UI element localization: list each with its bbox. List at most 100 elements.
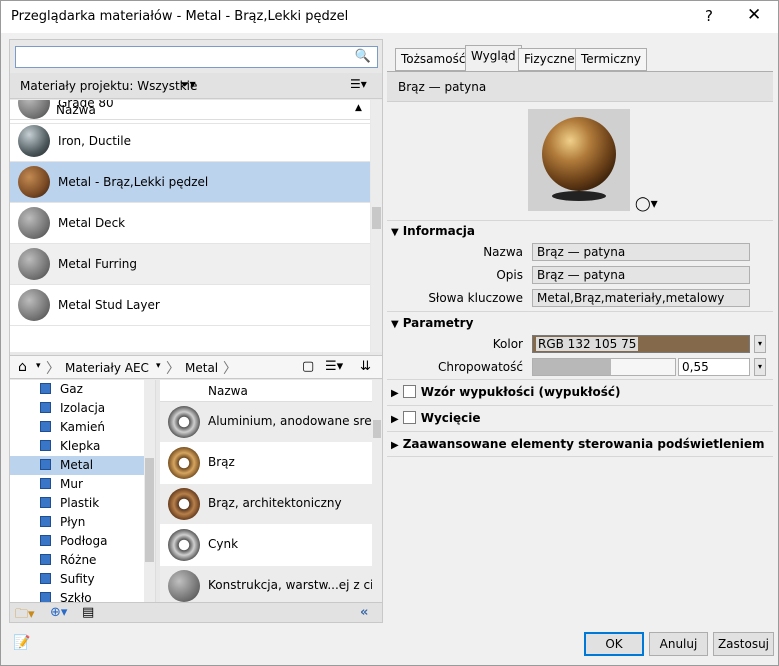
scroll-thumb[interactable]	[145, 458, 154, 562]
list-item[interactable]: Cynk	[160, 525, 372, 565]
list-item[interactable]: Metal Deck	[10, 203, 370, 244]
folder-icon[interactable]: 🗀▾	[15, 605, 35, 627]
section-advanced-highlight[interactable]: ▶ Zaawansowane elementy sterowania podświ…	[391, 437, 765, 451]
tree-item[interactable]: Szkło	[10, 589, 144, 602]
cancel-button[interactable]: Anuluj	[649, 632, 708, 656]
glossiness-slider[interactable]	[532, 358, 676, 376]
description-field[interactable]: Brąz — patyna	[532, 266, 750, 284]
divider	[387, 405, 773, 406]
category-icon	[40, 440, 51, 451]
tab-thermal[interactable]: Termiczny	[575, 48, 648, 71]
list-item[interactable]: Brąz, architektoniczny	[160, 484, 372, 524]
color-value: RGB 132 105 75	[536, 337, 639, 351]
section-title: Wycięcie	[420, 411, 481, 425]
name-label: Nazwa	[483, 245, 523, 259]
description-label: Opis	[496, 268, 523, 282]
list-item[interactable]: Aluminium, anodowane srebrne	[160, 402, 382, 442]
material-name: Brąz	[208, 455, 235, 469]
right-panel: Tożsamość Wygląd Fizyczne Termiczny Brąz…	[387, 39, 773, 623]
cutout-checkbox[interactable]	[402, 411, 416, 424]
tree-item-label: Metal	[60, 458, 94, 472]
tree-item[interactable]: Różne	[10, 551, 144, 570]
close-button[interactable]: ✕	[747, 5, 761, 25]
keywords-field[interactable]: Metal,Brąz,materiały,metalowy	[532, 289, 750, 307]
material-name: Metal Deck	[58, 216, 126, 230]
asset-browser-icon[interactable]: ▤	[82, 605, 94, 620]
library-materials-list: Nazwa Aluminium, anodowane srebrne Brąz …	[160, 380, 382, 602]
material-name: Metal Stud Layer	[58, 298, 160, 312]
list-item[interactable]: Iron, Ductile	[10, 121, 370, 162]
color-options-button[interactable]: ▾	[754, 335, 766, 353]
panel-toggle-icon[interactable]: ▢	[302, 359, 314, 374]
glossiness-options-button[interactable]: ▾	[754, 358, 766, 376]
tree-item[interactable]: Plastik	[10, 494, 144, 513]
tab-identity[interactable]: Tożsamość	[395, 48, 472, 71]
tree-item-label: Izolacja	[60, 401, 106, 415]
library-dropdown-icon[interactable]: ▾	[156, 361, 161, 371]
color-swatch[interactable]: RGB 132 105 75	[532, 335, 750, 353]
section-cutout[interactable]: ▶ Wycięcie	[391, 411, 481, 425]
left-panel: 🔍 Materiały projektu: Wszystkie ⏷▾ ☰▾ Na…	[9, 39, 383, 623]
view-options-icon[interactable]: ☰▾	[350, 77, 367, 91]
bump-checkbox[interactable]	[402, 385, 416, 398]
tree-item[interactable]: Sufity	[10, 570, 144, 589]
home-dropdown-icon[interactable]: ▾	[36, 361, 41, 371]
section-bump[interactable]: ▶ Wzór wypukłości (wypukłość)	[391, 385, 620, 399]
section-parameters[interactable]: ▼ Parametry	[391, 316, 473, 330]
preview-options-icon[interactable]: ◯▾	[635, 196, 658, 212]
filter-icon[interactable]: ⏷▾	[180, 77, 196, 92]
list-header[interactable]: Nazwa	[160, 380, 372, 402]
list-item[interactable]: Metal Furring	[10, 244, 370, 285]
glossiness-value[interactable]: 0,55	[678, 358, 750, 376]
category-icon	[40, 421, 51, 432]
search-icon[interactable]: 🔍	[355, 49, 371, 64]
list-item[interactable]: Konstrukcja, warstw...ej z cienk	[160, 566, 382, 602]
tree-item[interactable]: Izolacja	[10, 399, 144, 418]
tree-item[interactable]: Podłoga	[10, 532, 144, 551]
list-item-selected[interactable]: Metal - Brąz,Lekki pędzel	[10, 162, 370, 203]
slider-fill	[533, 359, 611, 375]
column-name-header[interactable]: Nazwa	[208, 384, 248, 398]
tree-item[interactable]: Płyn	[10, 513, 144, 532]
category-tree: Gaz Izolacja Kamień Klepka Metal Mur Plastik Pł…	[10, 380, 156, 602]
tree-scrollbar[interactable]	[144, 380, 155, 602]
material-thumbnail	[18, 166, 50, 198]
material-thumbnail	[168, 406, 200, 438]
project-list-scrollbar[interactable]	[371, 100, 382, 352]
tree-item[interactable]: Metal	[10, 456, 144, 475]
material-preview[interactable]	[528, 109, 630, 211]
tree-item[interactable]: Kamień	[10, 418, 144, 437]
scroll-thumb[interactable]	[373, 420, 381, 438]
tree-item[interactable]: Mur	[10, 475, 144, 494]
breadcrumb-library[interactable]: Materiały AEC	[65, 361, 149, 375]
collapse-down-icon[interactable]: ⇊	[360, 359, 371, 374]
create-material-icon[interactable]: ⊕▾	[50, 605, 67, 620]
divider	[387, 456, 773, 457]
search-input[interactable]: 🔍	[15, 46, 378, 68]
tree-item[interactable]: Gaz	[10, 380, 144, 399]
section-title: Zaawansowane elementy sterowania podświe…	[402, 437, 765, 451]
material-name: Iron, Ductile	[58, 134, 131, 148]
apply-button[interactable]: Zastosuj	[713, 632, 774, 656]
library-scrollbar[interactable]	[372, 380, 382, 602]
list-item[interactable]: Metal Stud Layer	[10, 285, 370, 326]
chevron-right-icon: 〉	[223, 361, 237, 377]
scroll-thumb[interactable]	[372, 207, 381, 229]
view-list-icon[interactable]: ☰▾	[325, 359, 343, 374]
ok-button[interactable]: OK	[584, 632, 644, 656]
tree-item[interactable]: Klepka	[10, 437, 144, 456]
title-bar: Przeglądarka materiałów - Metal - Brąz,L…	[1, 1, 778, 33]
tab-appearance[interactable]: Wygląd	[465, 45, 522, 72]
tab-physical[interactable]: Fizyczne	[518, 48, 581, 71]
collapse-left-icon[interactable]: «	[360, 605, 368, 620]
breadcrumb-category[interactable]: Metal	[185, 361, 218, 375]
help-button[interactable]: ?	[705, 7, 713, 25]
category-icon	[40, 459, 51, 470]
list-item[interactable]: Brąz	[160, 443, 372, 483]
section-information[interactable]: ▼ Informacja	[391, 224, 475, 238]
home-icon[interactable]: ⌂	[18, 359, 27, 375]
edit-notes-icon[interactable]: 📝	[13, 635, 30, 651]
tree-item-label: Mur	[60, 477, 83, 491]
name-field[interactable]: Brąz — patyna	[532, 243, 750, 261]
material-name: Grade 80	[58, 100, 114, 110]
